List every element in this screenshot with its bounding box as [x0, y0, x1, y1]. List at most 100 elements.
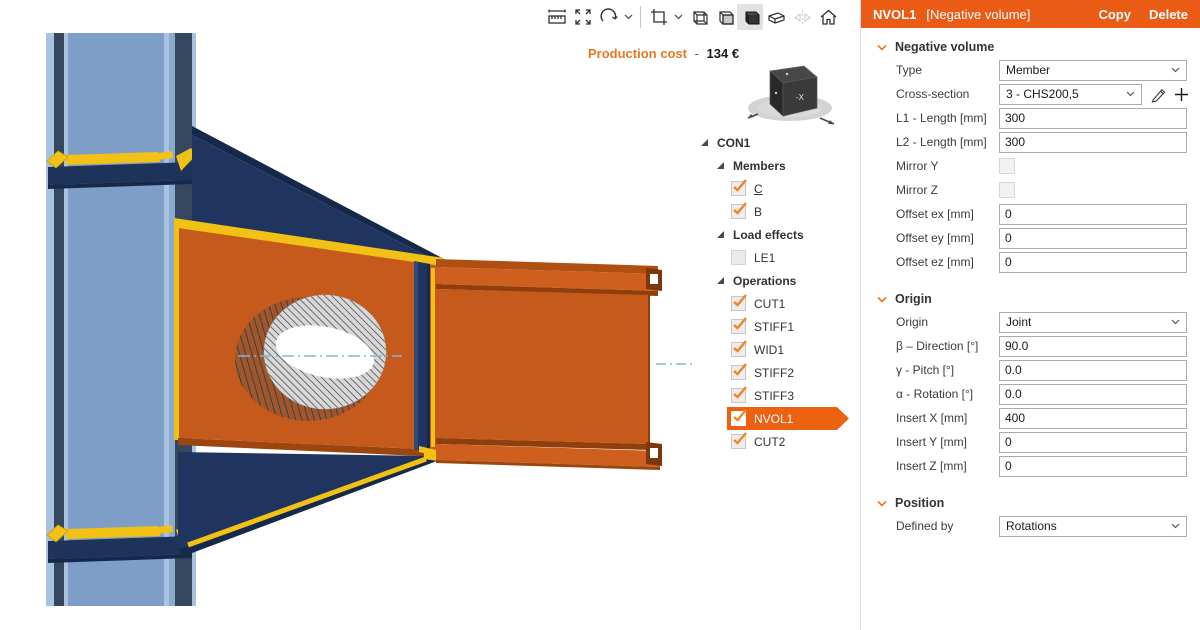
- gusset-plate-bottom[interactable]: [178, 452, 444, 556]
- tree-group-members[interactable]: Members: [688, 154, 858, 177]
- tree-item-b[interactable]: B: [688, 200, 858, 223]
- tree-item-con1[interactable]: CON1: [688, 131, 858, 154]
- section-negative-volume: Negative volume Type Member Cross-sectio…: [877, 36, 1187, 274]
- beta-direction-input[interactable]: [999, 336, 1187, 357]
- expander-icon[interactable]: [716, 276, 725, 285]
- checkbox-checked-icon[interactable]: [731, 296, 746, 311]
- field-label: γ - Pitch [°]: [877, 363, 999, 377]
- column-member[interactable]: [46, 33, 196, 606]
- tree-item-cut1[interactable]: CUT1: [688, 292, 858, 315]
- alpha-rotation-input[interactable]: [999, 384, 1187, 405]
- panel-subtitle: [Negative volume]: [926, 7, 1080, 22]
- checkbox-checked-icon[interactable]: [731, 204, 746, 219]
- mirror-y-checkbox[interactable]: [999, 158, 1015, 174]
- production-cost: Production cost - 134 €: [588, 46, 739, 61]
- add-cross-section-button[interactable]: [1174, 87, 1189, 102]
- insert-y-input[interactable]: [999, 432, 1187, 453]
- tree-item-wid1[interactable]: WID1: [688, 338, 858, 361]
- defined-by-select[interactable]: Rotations: [999, 516, 1187, 537]
- chevron-down-icon[interactable]: [622, 4, 635, 30]
- field-label: Defined by: [877, 519, 999, 533]
- checkbox-checked-icon[interactable]: [731, 411, 746, 426]
- mirror-view-icon[interactable]: [789, 4, 815, 30]
- home-view-icon[interactable]: [815, 4, 841, 30]
- beam-member[interactable]: [436, 259, 662, 470]
- field-label: Insert X [mm]: [877, 411, 999, 425]
- toolbar-separator: [640, 6, 641, 28]
- l2-length-input[interactable]: [999, 132, 1187, 153]
- chevron-down-icon: [877, 500, 887, 507]
- edit-cross-section-button[interactable]: [1150, 86, 1167, 103]
- chevron-down-icon: [1171, 523, 1180, 529]
- expander-icon[interactable]: [700, 138, 709, 147]
- section-crop-icon[interactable]: [646, 4, 672, 30]
- section-header[interactable]: Origin: [877, 288, 1187, 310]
- production-cost-value: 134 €: [707, 46, 740, 61]
- offset-ey-input[interactable]: [999, 228, 1187, 249]
- delete-button[interactable]: Delete: [1149, 7, 1188, 22]
- field-label: Origin: [877, 315, 999, 329]
- production-cost-label: Production cost: [588, 46, 687, 61]
- zoom-extents-icon[interactable]: [570, 4, 596, 30]
- plus-icon: [1174, 87, 1189, 102]
- chevron-down-icon: [1126, 91, 1135, 97]
- copy-button[interactable]: Copy: [1098, 7, 1131, 22]
- chevron-down-icon[interactable]: [672, 4, 685, 30]
- panel-header: NVOL1 [Negative volume] Copy Delete: [861, 0, 1200, 28]
- chevron-down-icon: [1171, 319, 1180, 325]
- tree-group-load-effects[interactable]: Load effects: [688, 223, 858, 246]
- checkbox-checked-icon[interactable]: [731, 388, 746, 403]
- section-header[interactable]: Position: [877, 492, 1187, 514]
- tree-item-c[interactable]: C: [688, 177, 858, 200]
- expander-icon[interactable]: [716, 230, 725, 239]
- offset-ez-input[interactable]: [999, 252, 1187, 273]
- field-label: Insert Z [mm]: [877, 459, 999, 473]
- transparent-cube-icon[interactable]: [711, 4, 737, 30]
- properties-panel: NVOL1 [Negative volume] Copy Delete Nega…: [860, 0, 1200, 630]
- tree-item-le1[interactable]: LE1: [688, 246, 858, 269]
- checkbox-checked-icon[interactable]: [731, 319, 746, 334]
- tree-group-operations[interactable]: Operations: [688, 269, 858, 292]
- gamma-pitch-input[interactable]: [999, 360, 1187, 381]
- chevron-down-icon: [877, 44, 887, 51]
- tree-item-nvol1-selected[interactable]: NVOL1: [727, 407, 849, 430]
- tree-item-stiff2[interactable]: STIFF2: [688, 361, 858, 384]
- view-cube[interactable]: -X: [744, 62, 840, 126]
- solid-cube-icon[interactable]: [737, 4, 763, 30]
- field-label: Offset ez [mm]: [877, 255, 999, 269]
- field-label: Offset ey [mm]: [877, 231, 999, 245]
- origin-select[interactable]: Joint: [999, 312, 1187, 333]
- expander-icon[interactable]: [716, 161, 725, 170]
- checkbox-checked-icon[interactable]: [731, 365, 746, 380]
- wireframe-cube-icon[interactable]: [685, 4, 711, 30]
- tree-item-stiff1[interactable]: STIFF1: [688, 315, 858, 338]
- offset-ex-input[interactable]: [999, 204, 1187, 225]
- field-label: Cross-section: [877, 87, 999, 101]
- chevron-down-icon: [877, 296, 887, 303]
- section-header[interactable]: Negative volume: [877, 36, 1187, 58]
- type-select[interactable]: Member: [999, 60, 1187, 81]
- field-label: Mirror Y: [877, 159, 999, 173]
- l1-length-input[interactable]: [999, 108, 1187, 129]
- checkbox-checked-icon[interactable]: [731, 342, 746, 357]
- mirror-z-checkbox[interactable]: [999, 182, 1015, 198]
- measure-icon[interactable]: [544, 4, 570, 30]
- solid-section-icon[interactable]: [763, 4, 789, 30]
- tree-item-stiff3[interactable]: STIFF3: [688, 384, 858, 407]
- insert-x-input[interactable]: [999, 408, 1187, 429]
- field-label: L2 - Length [mm]: [877, 135, 999, 149]
- chevron-down-icon: [1171, 67, 1180, 73]
- rotate-view-icon[interactable]: [596, 4, 622, 30]
- panel-title: NVOL1: [873, 7, 916, 22]
- model-tree: CON1 Members C B Load effects LE1 Operat…: [688, 131, 858, 453]
- checkbox-checked-icon[interactable]: [731, 181, 746, 196]
- checkbox-checked-icon[interactable]: [731, 434, 746, 449]
- 3d-viewport[interactable]: Production cost - 134 € -X CON1 Members …: [0, 0, 860, 630]
- tree-item-cut2[interactable]: CUT2: [688, 430, 858, 453]
- pencil-icon: [1150, 86, 1167, 103]
- checkbox-unchecked-icon[interactable]: [731, 250, 746, 265]
- field-label: Offset ex [mm]: [877, 207, 999, 221]
- section-position: Position Defined by Rotations: [877, 492, 1187, 538]
- cross-section-select[interactable]: 3 - CHS200,5: [999, 84, 1142, 105]
- insert-z-input[interactable]: [999, 456, 1187, 477]
